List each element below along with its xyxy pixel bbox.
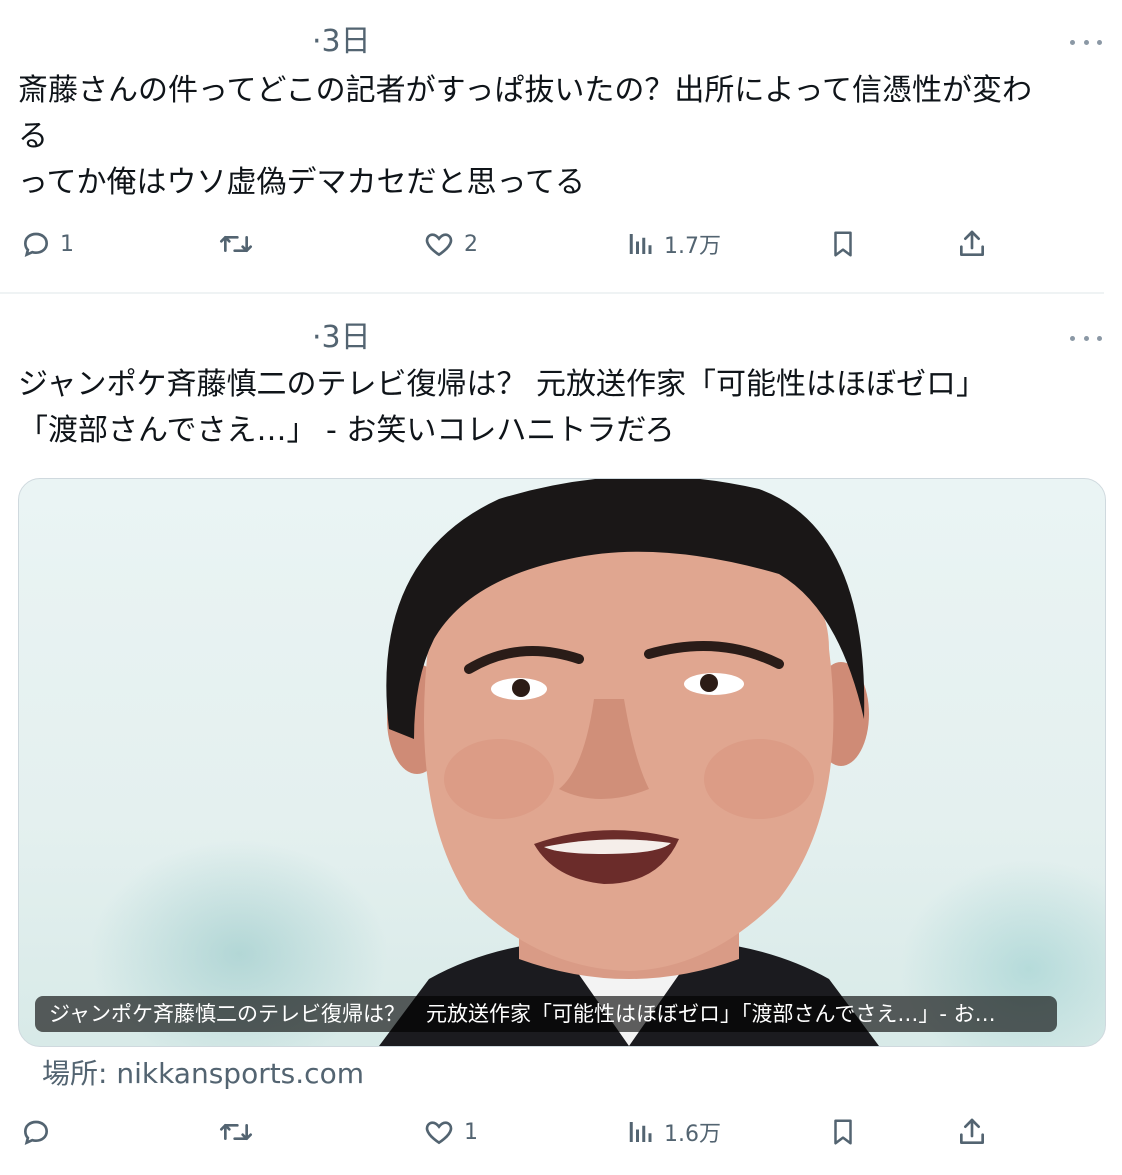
view-count: 1.7万 [664, 234, 721, 259]
bookmark-icon [834, 1119, 852, 1145]
card-caption: ジャンポケ斉藤慎二のテレビ復帰は？ 元放送作家「可能性はほぼゼロ」「渡部さんでさ… [35, 996, 1057, 1032]
article-photo [379, 479, 879, 1046]
tweet-actions: 1 1.6万 [0, 1112, 1122, 1152]
tweet-timestamp[interactable]: ·3日 [312, 24, 371, 60]
views-button[interactable]: 1.6万 [626, 1112, 721, 1152]
bookmark-icon [834, 231, 852, 257]
tweet-text: 斎藤さんの件ってどこの記者がすっぱ抜いたの？出所によって信憑性が変わ る ってか… [18, 73, 1032, 200]
reply-bubble-icon [23, 232, 49, 258]
link-card[interactable]: ジャンポケ斉藤慎二のテレビ復帰は？ 元放送作家「可能性はほぼゼロ」「渡部さんでさ… [18, 478, 1106, 1047]
heart-icon [425, 233, 453, 257]
tweet-actions: 1 2 1.7万 [0, 224, 1122, 264]
like-button[interactable]: 1 [422, 1112, 478, 1152]
heart-icon [425, 1121, 453, 1145]
reply-bubble-icon [23, 1120, 49, 1146]
like-count: 2 [464, 231, 478, 257]
tweet-text: ジャンポケ斉藤慎二のテレビ復帰は？ 元放送作家「可能性はほぼゼロ」 「渡部さんで… [18, 367, 987, 448]
more-options-icon[interactable] [1070, 34, 1102, 50]
retweet-button[interactable] [218, 1112, 262, 1152]
like-count: 1 [464, 1119, 478, 1145]
share-upload-icon [960, 230, 984, 256]
bookmark-button[interactable] [828, 224, 858, 264]
share-button[interactable] [956, 224, 988, 264]
share-button[interactable] [956, 1112, 988, 1152]
card-source-domain[interactable]: 場所: nikkansports.com [42, 1056, 364, 1092]
retweet-icon [219, 1124, 252, 1140]
views-bar-chart-icon [629, 234, 652, 254]
share-upload-icon [960, 1118, 984, 1144]
tweet-timestamp[interactable]: ·3日 [312, 320, 371, 356]
reply-button[interactable] [20, 1112, 60, 1152]
more-options-icon[interactable] [1070, 330, 1102, 346]
tweet[interactable]: ·3日 斎藤さんの件ってどこの記者がすっぱ抜いたの？出所によって信憑性が変わ る… [0, 0, 1122, 292]
views-bar-chart-icon [629, 1122, 652, 1142]
reply-count: 1 [60, 231, 74, 257]
like-button[interactable]: 2 [422, 224, 478, 264]
view-count: 1.6万 [664, 1122, 721, 1147]
tweet[interactable]: ·3日 ジャンポケ斉藤慎二のテレビ復帰は？ 元放送作家「可能性はほぼゼロ」 「渡… [0, 294, 1122, 1175]
bookmark-button[interactable] [828, 1112, 858, 1152]
views-button[interactable]: 1.7万 [626, 224, 721, 264]
retweet-button[interactable] [218, 224, 262, 264]
retweet-icon [219, 236, 252, 252]
reply-button[interactable]: 1 [20, 224, 74, 264]
